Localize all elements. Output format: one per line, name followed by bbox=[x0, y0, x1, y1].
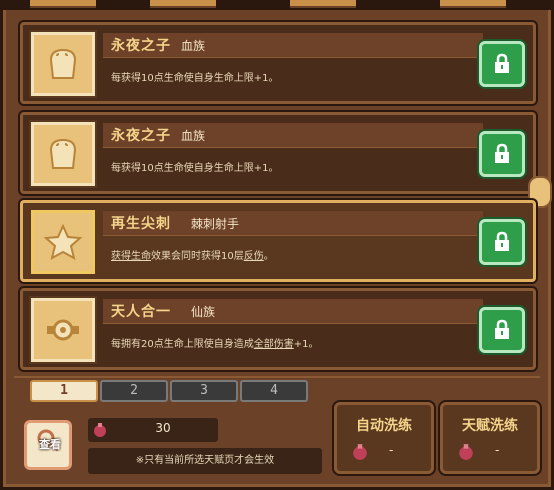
talent-clan: 血族 bbox=[181, 129, 206, 143]
desc-text: +1。 bbox=[293, 339, 319, 350]
auto-refine-label: 自动洗练 bbox=[356, 418, 412, 434]
desc-keyword[interactable]: 全部伤害 bbox=[254, 339, 294, 350]
lock-icon bbox=[495, 231, 509, 251]
page-tab-3[interactable]: 3 bbox=[170, 380, 238, 402]
bread-icon bbox=[49, 48, 77, 79]
talent-name: 再生尖刺 bbox=[111, 216, 171, 232]
top-tab-1 bbox=[30, 0, 96, 8]
talent-portrait bbox=[31, 298, 95, 362]
talent-portrait bbox=[31, 122, 95, 186]
talent-desc: 每获得10点生命使自身生命上限+1。 bbox=[111, 73, 279, 84]
potion-icon bbox=[94, 423, 106, 437]
top-tab-4 bbox=[440, 0, 506, 8]
page-tab-1[interactable]: 1 bbox=[30, 380, 98, 402]
talent-name: 天人合一 bbox=[111, 304, 171, 320]
desc-keyword[interactable]: 反伤 bbox=[244, 251, 264, 262]
auto-refine-button[interactable]: 自动洗练 - bbox=[334, 402, 434, 474]
resource-value: 30 bbox=[155, 421, 171, 435]
talent-name: 永夜之子 bbox=[111, 38, 171, 54]
talent-clan: 仙族 bbox=[191, 305, 216, 319]
lock-icon bbox=[495, 143, 509, 163]
talent-clan: 棘刺射手 bbox=[191, 217, 240, 231]
talent-card[interactable]: 永夜之子 血族 每获得10点生命使自身生命上限+1。 bbox=[20, 112, 536, 194]
lock-icon bbox=[495, 53, 509, 73]
talent-desc: 每获得10点生命使自身生命上限+1。 bbox=[111, 163, 279, 174]
page-tab-2[interactable]: 2 bbox=[100, 380, 168, 402]
talent-desc: 获得生命效果会同时获得10层反伤。 bbox=[111, 247, 274, 262]
top-tab-3 bbox=[290, 0, 356, 8]
top-tab-2 bbox=[150, 0, 216, 8]
lock-icon bbox=[495, 319, 509, 339]
lock-button[interactable] bbox=[479, 131, 525, 177]
potion-icon bbox=[459, 444, 473, 460]
talent-refine-label: 天赋洗练 bbox=[462, 418, 518, 434]
talent-portrait bbox=[31, 32, 95, 96]
desc-keyword[interactable]: 获得生命 bbox=[111, 251, 151, 262]
ring-icon bbox=[47, 319, 79, 341]
talent-card[interactable]: 再生尖刺 棘刺射手 获得生命效果会同时获得10层反伤。 bbox=[20, 200, 536, 282]
page-tabs: 1 2 3 4 bbox=[14, 376, 540, 402]
talent-refine-cost: - bbox=[495, 443, 500, 457]
talent-portrait bbox=[31, 210, 95, 274]
talent-clan: 血族 bbox=[181, 39, 206, 53]
talent-card[interactable]: 永夜之子 血族 每获得10点生命使自身生命上限+1。 bbox=[20, 22, 536, 104]
talent-name: 永夜之子 bbox=[111, 128, 171, 144]
bread-icon bbox=[49, 138, 77, 169]
talent-refine-button[interactable]: 天赋洗练 - bbox=[440, 402, 540, 474]
talent-desc: 每拥有20点生命上限使自身造成全部伤害+1。 bbox=[111, 335, 318, 350]
view-label: 查看 bbox=[39, 438, 61, 451]
desc-text: 效果会同时获得10层 bbox=[151, 251, 244, 262]
page-tab-4[interactable]: 4 bbox=[240, 380, 308, 402]
lock-button[interactable] bbox=[479, 307, 525, 353]
notice-text: ※只有当前所选天赋页才会生效 bbox=[88, 448, 322, 474]
resource-bar: 30 bbox=[88, 418, 218, 442]
desc-text: 每拥有20点生命上限使自身造成 bbox=[111, 339, 254, 350]
lock-button[interactable] bbox=[479, 219, 525, 265]
desc-text: 。 bbox=[263, 251, 274, 262]
talent-card[interactable]: 天人合一 仙族 每拥有20点生命上限使自身造成全部伤害+1。 bbox=[20, 288, 536, 370]
potion-icon bbox=[353, 444, 367, 460]
auto-refine-cost: - bbox=[389, 443, 394, 457]
bottom-bar: 查看 30 ※只有当前所选天赋页才会生效 自动洗练 - 天赋洗练 - bbox=[14, 402, 540, 484]
lock-button[interactable] bbox=[479, 41, 525, 87]
star-icon bbox=[43, 223, 83, 260]
